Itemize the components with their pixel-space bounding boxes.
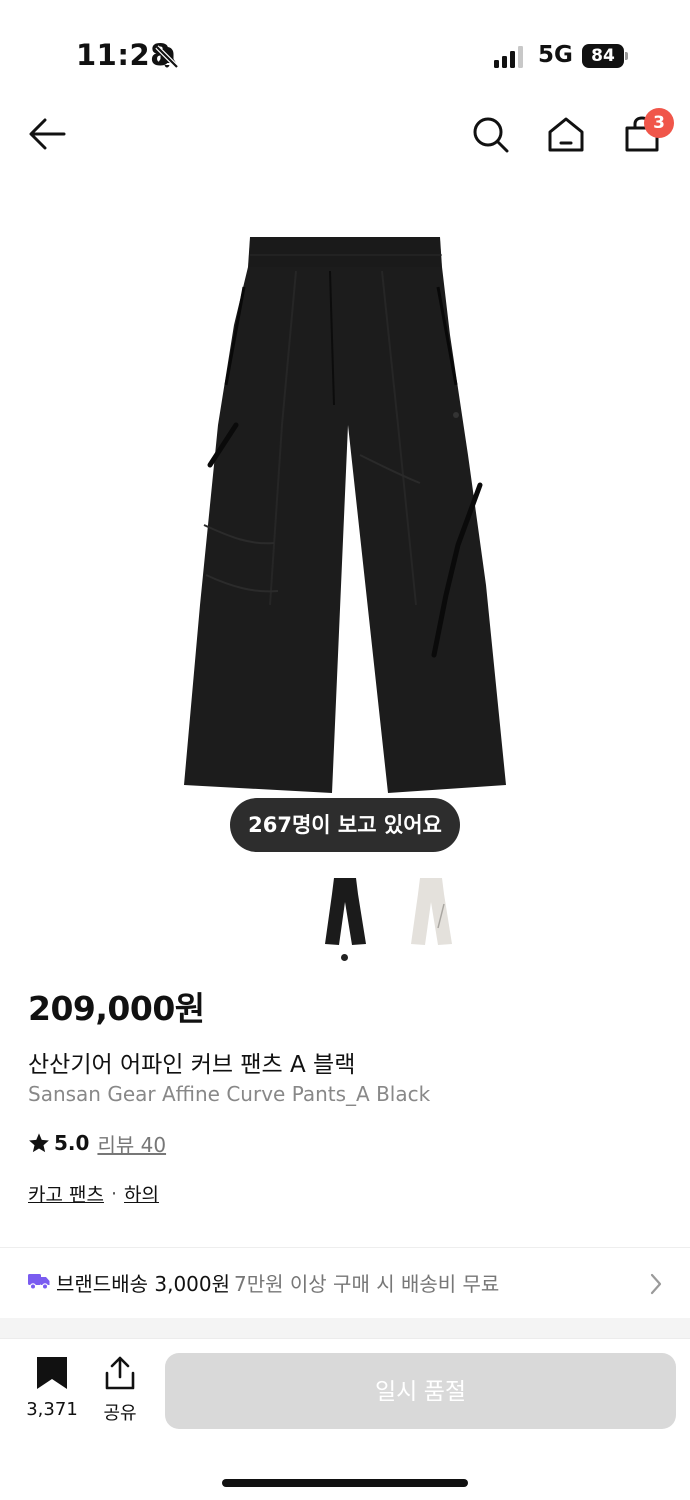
color-thumbnails <box>0 868 690 968</box>
shipping-label: 브랜드배송 3,000원 <box>56 1272 231 1296</box>
network-type: 5G <box>538 42 573 68</box>
bookmark-button[interactable]: 3,371 <box>22 1355 82 1421</box>
share-button[interactable]: 공유 <box>94 1355 146 1424</box>
battery-level: 84 <box>582 44 624 68</box>
review-link[interactable]: 리뷰 40 <box>97 1129 166 1158</box>
battery-icon: 84 <box>582 44 628 68</box>
product-image[interactable] <box>150 225 530 805</box>
truck-icon <box>28 1274 50 1290</box>
viewers-count-pill: 267명이 보고 있어요 <box>230 798 460 852</box>
signal-icon <box>494 46 523 68</box>
divider <box>0 1247 690 1248</box>
star-icon <box>29 1133 49 1153</box>
color-thumbnail-black[interactable] <box>322 874 368 948</box>
chevron-right-icon <box>650 1273 662 1295</box>
bookmark-count: 3,371 <box>26 1399 78 1420</box>
product-name-korean: 산산기어 어파인 커브 팬츠 A 블랙 <box>28 1052 356 1078</box>
bell-muted-icon <box>155 45 179 69</box>
sold-out-button[interactable]: 일시 품절 <box>165 1353 676 1429</box>
category-link-bottoms[interactable]: 하의 <box>124 1180 159 1207</box>
section-spacer <box>0 1318 690 1338</box>
search-icon[interactable] <box>466 110 516 160</box>
category-breadcrumb: 카고 팬츠 · 하의 <box>28 1180 159 1207</box>
shipping-note: 7만원 이상 구매 시 배송비 무료 <box>234 1272 500 1296</box>
shipping-info-row[interactable]: 브랜드배송 3,000원 7만원 이상 구매 시 배송비 무료 <box>0 1250 690 1316</box>
rating-value: 5.0 <box>54 1131 90 1155</box>
product-name-english: Sansan Gear Affine Curve Pants_A Black <box>28 1082 431 1106</box>
share-label: 공유 <box>103 1403 137 1424</box>
share-icon <box>105 1356 135 1390</box>
bookmark-icon <box>37 1357 67 1389</box>
rating-row: 5.0 리뷰 40 <box>28 1128 166 1158</box>
home-icon[interactable] <box>541 110 591 160</box>
home-indicator[interactable] <box>222 1479 468 1487</box>
category-separator: · <box>110 1182 118 1205</box>
status-bar: 11:28 5G 84 <box>0 0 690 110</box>
back-arrow-icon[interactable] <box>22 110 72 160</box>
cart-count-badge: 3 <box>644 108 674 138</box>
product-price: 209,000원 <box>28 989 205 1028</box>
bottom-action-bar: 3,371 공유 일시 품절 <box>0 1338 690 1500</box>
top-nav-bar <box>0 110 690 160</box>
color-thumbnail-ivory[interactable] <box>408 874 454 948</box>
category-link-cargo-pants[interactable]: 카고 팬츠 <box>28 1180 104 1207</box>
carousel-dot <box>341 954 348 961</box>
product-detail-screen: 11:28 5G 84 3 267명이 보고 있어요 209,000원 산산기어… <box>0 0 690 1500</box>
